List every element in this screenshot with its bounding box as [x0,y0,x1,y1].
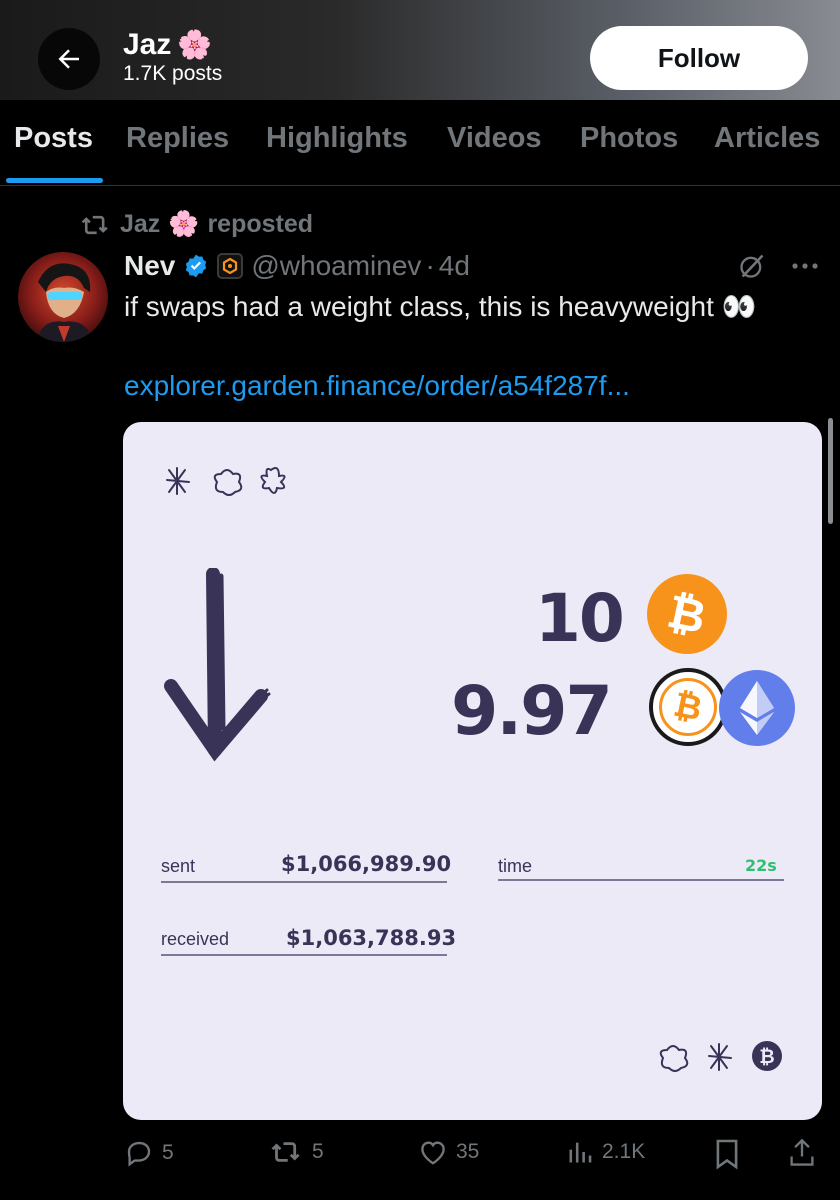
arrow-left-icon [58,49,79,69]
swap-card-image[interactable]: 10 ₿ 9.97 ₿ sent $1,066,989.90 time 22s … [123,422,822,1120]
profile-header: Jaz 🌸 1.7K posts Follow [0,0,840,100]
tab-replies[interactable]: Replies [126,122,229,155]
views-button[interactable]: 2.1K [566,1138,645,1166]
tab-posts[interactable]: Posts [14,122,93,155]
more-options-icon[interactable] [790,261,820,271]
share-button[interactable] [788,1138,816,1168]
doodle-icons [166,467,286,496]
author-handle[interactable]: @whoaminev [251,250,421,282]
time-label: time [498,856,533,876]
active-tab-indicator [6,178,103,183]
ethereum-icon [719,670,795,746]
repost-icon [271,1142,300,1162]
post-text-body: if swaps had a weight class, this is hea… [124,291,714,322]
eyes-emoji: 👀 [721,291,757,322]
view-count: 2.1K [602,1140,646,1163]
sent-divider [161,881,447,883]
svg-text:₿: ₿ [759,1046,774,1068]
received-value: $1,063,788.93 [286,926,457,950]
post-time[interactable]: 4d [439,250,470,282]
bookmark-icon [716,1139,738,1170]
time-divider [498,879,784,881]
share-icon [790,1138,814,1166]
avatar-illustration [18,252,108,342]
sent-label: sent [161,856,196,876]
bookmark-button[interactable] [714,1138,740,1170]
heart-icon [421,1141,445,1165]
doodle-icons-bottom: ₿ [659,1041,782,1072]
repost-icon [81,215,108,234]
flower-emoji: 🌸 [168,210,200,238]
tab-photos[interactable]: Photos [580,122,678,155]
grok-icon[interactable] [738,252,766,280]
affiliate-badge-icon [217,253,244,279]
time-value: 22s [745,856,777,875]
tab-articles[interactable]: Articles [714,122,820,155]
bitcoin-icon: ₿ [647,574,727,654]
post-author-line: Nev @whoaminev · 4d [124,250,470,282]
down-arrow-icon [164,568,271,762]
amount-received: 9.97 [451,672,613,751]
verified-badge-icon [186,254,207,278]
bar-chart-icon [569,1142,592,1163]
author-name[interactable]: Nev [124,250,175,282]
avatar[interactable] [18,252,108,342]
repost-label: reposted [207,210,314,238]
reply-icon [127,1141,151,1167]
amount-sent: 10 [535,580,625,657]
tab-videos[interactable]: Videos [447,122,542,155]
post-text: if swaps had a weight class, this is hea… [124,290,757,323]
profile-name-text: Jaz [123,28,172,61]
flower-emoji: 🌸 [177,29,213,60]
post-count: 1.7K posts [123,62,223,85]
profile-tabs: Posts Replies Highlights Videos Photos A… [0,100,840,186]
scrollbar[interactable] [828,418,833,524]
reply-button[interactable]: 5 [124,1138,174,1168]
repost-count: 5 [312,1140,324,1163]
post-top-actions [738,252,820,280]
follow-button[interactable]: Follow [590,26,808,90]
back-button[interactable] [38,28,100,90]
repost-user: Jaz [120,210,161,238]
profile-title-block: Jaz 🌸 1.7K posts [123,28,222,86]
reply-count: 5 [162,1141,174,1164]
like-button[interactable]: 35 [418,1138,479,1166]
profile-name: Jaz 🌸 [123,28,222,62]
post-link[interactable]: explorer.garden.finance/order/a54f287f..… [124,370,630,402]
like-count: 35 [456,1140,480,1163]
sent-value: $1,066,989.90 [281,852,452,876]
separator-dot: · [425,250,435,281]
received-label: received [161,929,230,949]
wrapped-bitcoin-icon: ₿ [649,668,727,746]
repost-context[interactable]: Jaz 🌸 reposted [80,210,313,239]
tab-highlights[interactable]: Highlights [266,122,408,155]
repost-button[interactable]: 5 [270,1138,324,1166]
received-divider [161,954,447,956]
